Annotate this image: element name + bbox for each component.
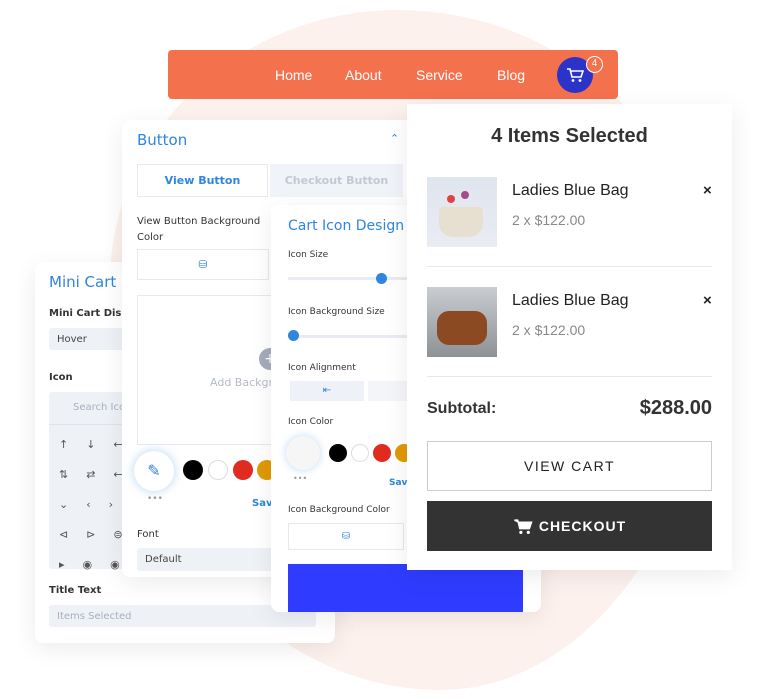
title-text-label: Title Text: [49, 585, 102, 596]
icon-search-input[interactable]: Search Ico: [73, 402, 125, 413]
paint-bucket-icon[interactable]: ⛁: [137, 249, 269, 280]
icon-bg-color-label: Icon Background Color: [288, 505, 390, 515]
eyedropper-icon[interactable]: [286, 436, 320, 470]
mini-cart-title: Mini Cart: [49, 273, 117, 291]
button-panel-title: Button: [137, 131, 188, 149]
product-name[interactable]: Ladies Blue Bag: [512, 182, 629, 200]
product-name[interactable]: Ladies Blue Bag: [512, 292, 629, 310]
tab-checkout-button[interactable]: Checkout Button: [270, 164, 403, 197]
cart-title: 4 Items Selected: [491, 125, 648, 147]
product-price: 2 x $122.00: [512, 322, 586, 338]
product-price: 2 x $122.00: [512, 212, 586, 228]
icon-bg-size-handle[interactable]: [288, 330, 299, 341]
nav-about[interactable]: About: [345, 67, 382, 83]
eyedropper-icon[interactable]: ✎: [134, 451, 174, 491]
cart-count-badge: 4: [586, 56, 603, 73]
more-icon[interactable]: •••: [147, 494, 163, 504]
display-label: Mini Cart Disp: [49, 308, 129, 319]
icon-size-label: Icon Size: [288, 250, 329, 260]
view-cart-button[interactable]: VIEW CART: [427, 441, 712, 491]
icon-bg-size-label: Icon Background Size: [288, 307, 385, 317]
cart-icon-design-title: Cart Icon Design: [288, 218, 405, 234]
icon-alignment-label: Icon Alignment: [288, 363, 356, 373]
more-icon[interactable]: •••: [293, 474, 307, 483]
subtotal-value: $288.00: [639, 397, 712, 419]
icon-label: Icon: [49, 372, 73, 383]
nav-home[interactable]: Home: [275, 67, 312, 83]
paint-bucket-icon[interactable]: ⛁: [288, 523, 404, 550]
checkout-button[interactable]: CHECKOUT: [427, 501, 712, 551]
font-select[interactable]: Default: [137, 548, 287, 571]
checkout-label: CHECKOUT: [538, 518, 627, 534]
cart-icon: [513, 518, 533, 534]
icon-bg-size-slider[interactable]: [288, 335, 408, 338]
align-left-icon[interactable]: ⇤: [290, 381, 364, 401]
chevron-up-icon[interactable]: ⌃: [390, 132, 399, 145]
swatch-white[interactable]: [208, 460, 228, 480]
remove-icon[interactable]: ×: [703, 182, 712, 199]
swatch-white[interactable]: [351, 444, 369, 462]
swatch-red[interactable]: [373, 444, 391, 462]
font-label: Font: [137, 529, 159, 540]
align-center-button[interactable]: [368, 381, 408, 401]
bg-color-label: View Button Background Color: [137, 216, 261, 243]
icon-size-handle[interactable]: [376, 273, 387, 284]
product-image[interactable]: [427, 177, 497, 247]
icon-size-slider[interactable]: [288, 277, 408, 280]
icon-color-label: Icon Color: [288, 417, 334, 427]
mini-cart-dropdown: 4 Items Selected Ladies Blue Bag 2 x $12…: [407, 104, 732, 570]
add-background-text: Add Backgr: [210, 376, 274, 389]
swatch-red[interactable]: [233, 460, 253, 480]
nav-service[interactable]: Service: [416, 67, 463, 83]
nav-bar: Home About Service Blog 4: [168, 50, 618, 99]
swatch-black[interactable]: [183, 460, 203, 480]
subtotal-label: Subtotal:: [427, 400, 497, 417]
tab-view-button[interactable]: View Button: [137, 164, 268, 197]
product-image[interactable]: [427, 287, 497, 357]
background-dropzone[interactable]: + Add Backgr: [137, 295, 287, 445]
swatch-black[interactable]: [329, 444, 347, 462]
nav-blog[interactable]: Blog: [497, 67, 525, 83]
color-preview: [288, 564, 523, 612]
remove-icon[interactable]: ×: [703, 292, 712, 309]
cart-icon: [567, 68, 584, 82]
